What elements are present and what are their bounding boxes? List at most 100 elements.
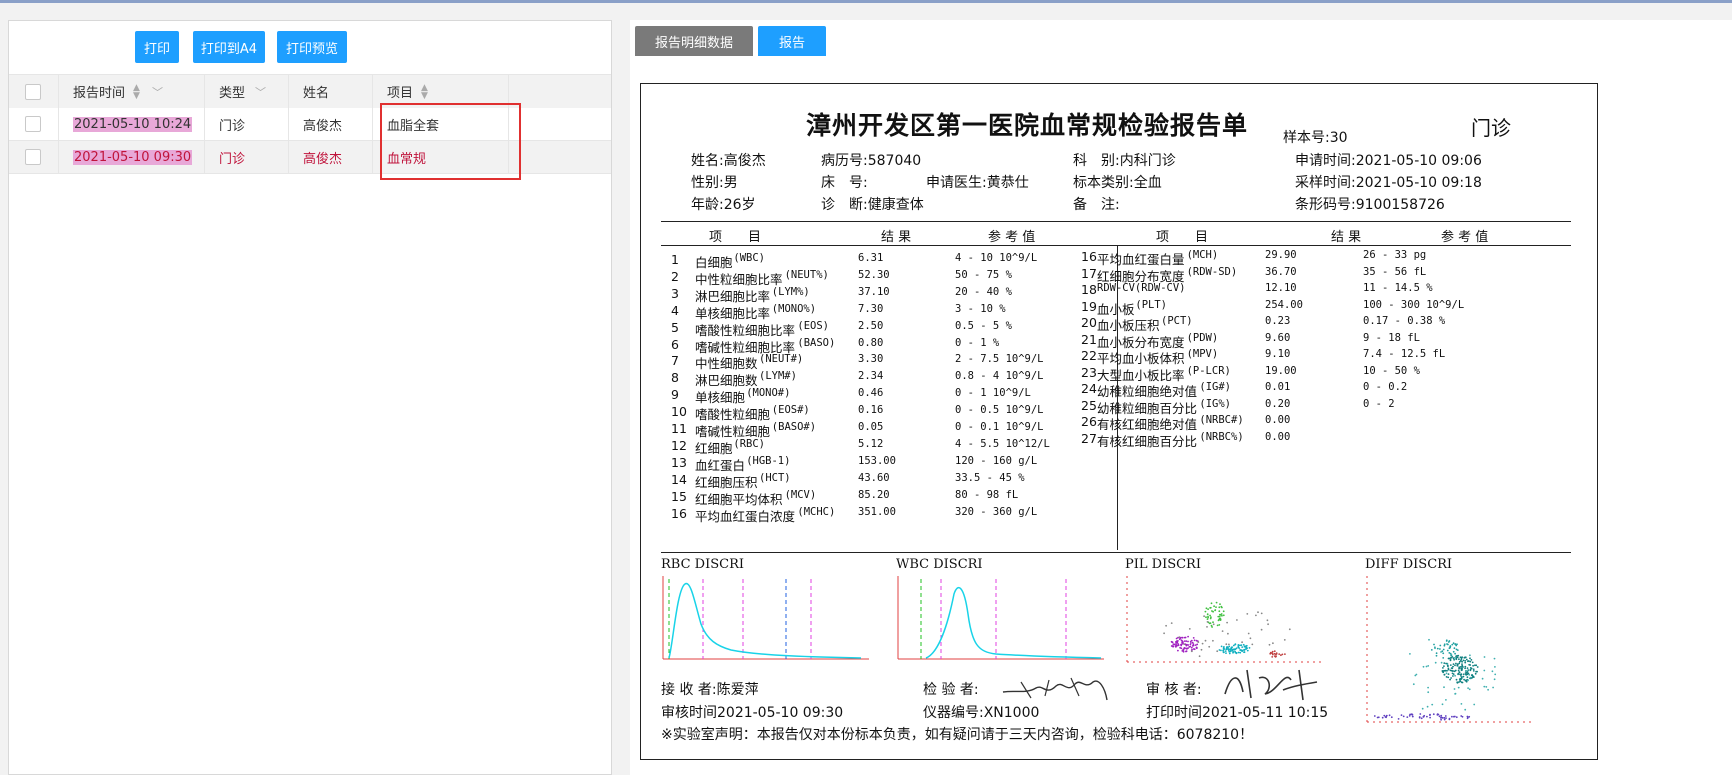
diff-point [1465, 680, 1468, 683]
test-result: 29.90 [1265, 249, 1297, 261]
row-number: 12 [671, 437, 687, 453]
pil-point [1249, 637, 1252, 640]
reference-range: 0.17 - 0.38 % [1363, 315, 1446, 327]
pil-point [1224, 650, 1227, 652]
chevron-down-icon[interactable]: ﹀ [152, 84, 163, 100]
diff-point [1455, 644, 1458, 647]
pil-point [1228, 652, 1231, 655]
chevron-down-icon[interactable]: ﹀ [255, 84, 266, 100]
diff-point [1455, 678, 1458, 681]
left-item-header: 项 目 [709, 230, 762, 245]
pil-point [1219, 603, 1221, 605]
row-number: 13 [671, 454, 687, 470]
diff-point [1457, 673, 1459, 676]
pil-point [1172, 645, 1175, 647]
print-preview-button[interactable]: 打印预览 [277, 31, 347, 63]
print-button[interactable]: 打印 [135, 31, 179, 63]
diff-point [1449, 664, 1452, 666]
diff-point [1381, 716, 1384, 719]
diff-point [1448, 647, 1451, 650]
pil-point [1178, 638, 1181, 641]
pil-point [1170, 640, 1173, 643]
patient-sex: 性别:男 [691, 175, 738, 191]
pil-point [1230, 647, 1233, 649]
report-time-cell: 2021-05-10 09:30 [59, 141, 205, 173]
row-number: 2 [671, 268, 679, 284]
report-list-panel: 打印 打印到A4 打印预览 报告时间 ▲ ▼ ﹀ 类型 ﹀ 姓名 项目 ▲ ▼ 20… [8, 20, 612, 775]
diff-point [1422, 665, 1425, 668]
test-result: 36.70 [1265, 265, 1297, 278]
highlight-annotation-box [380, 103, 521, 180]
test-code: RDW-CV(RDW-CV) [1097, 282, 1186, 294]
pil-point [1180, 644, 1183, 647]
pil-point [1190, 646, 1193, 649]
pil-point [1200, 648, 1203, 651]
diff-point [1470, 659, 1473, 661]
diff-point [1462, 675, 1465, 678]
diff-point [1422, 715, 1425, 718]
charts-rule [661, 552, 1571, 553]
diff-point [1449, 658, 1452, 661]
diff-point [1373, 715, 1376, 717]
reference-range: 3 - 10 % [955, 302, 1006, 315]
test-code: (NEUT%) [784, 268, 829, 281]
header-rule-top [661, 221, 1571, 222]
test-code: (PCT) [1161, 315, 1193, 327]
pil-point [1195, 646, 1198, 649]
test-code: (PDW) [1186, 331, 1219, 344]
column-type[interactable]: 类型 ﹀ [205, 75, 289, 108]
sort-icon[interactable]: ▲ ▼ [421, 83, 428, 100]
diff-point [1472, 668, 1475, 671]
diff-point [1464, 656, 1467, 659]
diff-point [1493, 657, 1496, 660]
left-ref-header: 参 考 值 [988, 230, 1036, 245]
diff-point [1444, 669, 1447, 672]
diff-point [1449, 645, 1452, 647]
test-result: 254.00 [1265, 298, 1303, 311]
diff-point [1447, 668, 1450, 671]
sort-icon[interactable]: ▲ ▼ [133, 83, 140, 100]
diff-point [1474, 672, 1477, 675]
pil-point [1192, 637, 1195, 639]
row-checkbox[interactable] [25, 116, 41, 132]
reference-range: 0.8 - 4 10^9/L [955, 370, 1044, 383]
diff-point [1446, 649, 1449, 652]
diff-point [1483, 669, 1486, 672]
column-report-time[interactable]: 报告时间 ▲ ▼ ﹀ [59, 75, 205, 108]
row-checkbox[interactable] [25, 149, 41, 165]
diff-point [1458, 658, 1460, 661]
test-result: 0.80 [858, 336, 884, 349]
pil-point [1227, 647, 1230, 649]
pil-point [1203, 615, 1205, 618]
diff-point [1450, 669, 1453, 672]
reference-range: 0 - 0.2 [1363, 381, 1408, 393]
pil-point [1255, 614, 1257, 617]
diff-point [1447, 641, 1450, 643]
tab-report[interactable]: 报告 [758, 26, 826, 56]
print-a4-button[interactable]: 打印到A4 [193, 31, 265, 63]
pil-point [1204, 610, 1207, 613]
reference-range: 7.4 - 12.5 fL [1363, 348, 1446, 360]
diff-point [1440, 661, 1443, 664]
diff-point [1492, 686, 1494, 689]
diff-point [1460, 678, 1463, 680]
select-all-checkbox[interactable] [25, 83, 41, 100]
pil-point [1219, 618, 1222, 620]
reference-range: 0 - 1 10^9/L [955, 387, 1031, 400]
pil-point [1178, 636, 1181, 639]
pil-point [1217, 615, 1220, 618]
pil-point [1232, 644, 1235, 647]
pil-point [1236, 619, 1238, 621]
row-number: 16 [1081, 249, 1097, 264]
tab-report-detail[interactable]: 报告明细数据 [635, 26, 753, 56]
row-number: 23 [1081, 364, 1097, 380]
pil-point [1187, 635, 1189, 638]
test-code: (MPV) [1186, 348, 1219, 360]
column-name[interactable]: 姓名 [289, 75, 373, 108]
right-result-header: 结 果 [1331, 230, 1362, 245]
pil-point [1209, 617, 1212, 620]
pil-point [1214, 609, 1217, 611]
pil-point [1246, 649, 1249, 652]
pil-point [1268, 643, 1271, 646]
row-number: 25 [1081, 397, 1097, 413]
